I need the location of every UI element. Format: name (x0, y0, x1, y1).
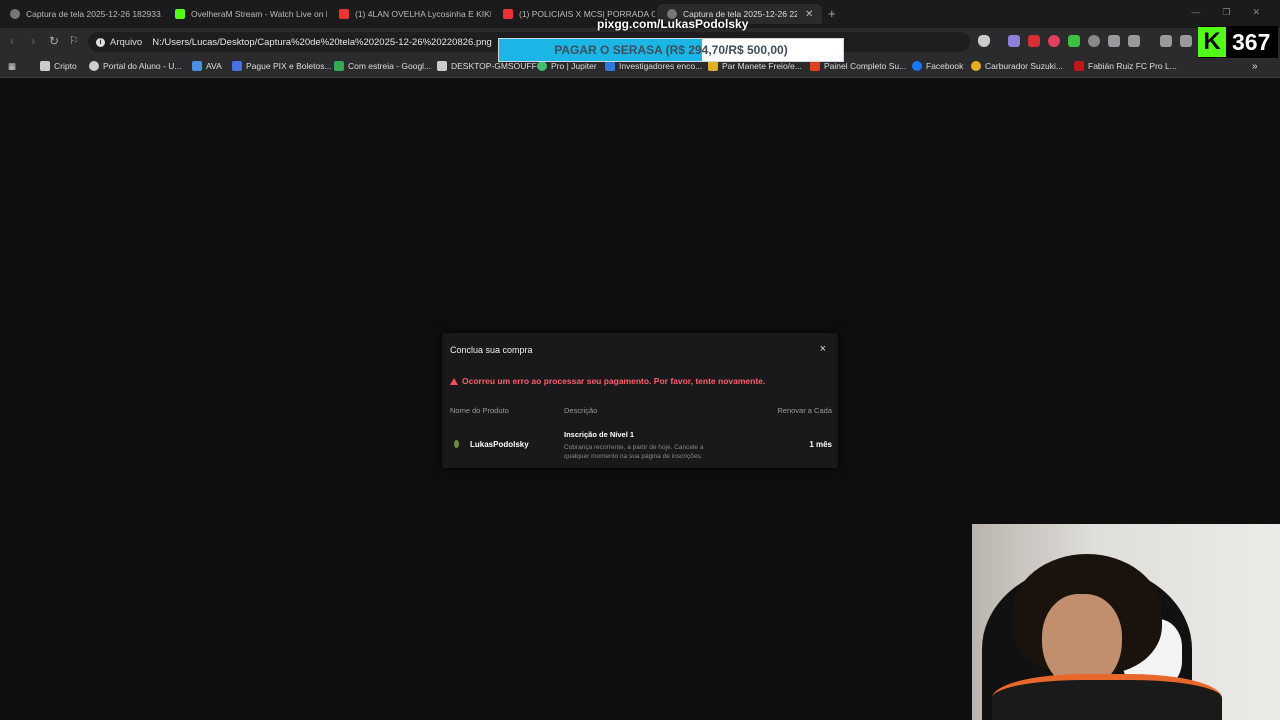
reload-icon[interactable]: ↻ (49, 34, 59, 48)
screenshot-icon[interactable] (1128, 35, 1140, 47)
tab-label: (1) 4LAN OVELHA Lycosinha E KIKIRA (355, 9, 491, 19)
folder-icon (40, 61, 50, 71)
youtube-icon (503, 9, 513, 19)
shield-icon[interactable] (978, 35, 990, 47)
shop-icon (708, 61, 718, 71)
donation-goal-text: PAGAR O SERASA (R$ 294,70/R$ 500,00) (554, 43, 788, 57)
checkout-modal: Conclua sua compra × Ocorreu um erro ao … (442, 333, 838, 468)
avatar (454, 440, 459, 448)
apps-icon[interactable]: ▦ (8, 61, 16, 72)
webcam-feed (972, 524, 1280, 720)
extension-icon[interactable] (1008, 35, 1020, 47)
address-url: N:/Users/Lucas/Desktop/Captura%20de%20te… (152, 36, 492, 48)
bookmark-carburador[interactable]: Carburador Suzuki... (971, 61, 1063, 71)
product-name: LukasPodolsky (470, 440, 529, 449)
close-icon[interactable]: × (820, 343, 826, 355)
bookmark-pague-pix[interactable]: Pague PIX e Boletos... (232, 61, 332, 71)
tab-kick-stream[interactable]: OvelheraM Stream - Watch Live on Kick (165, 4, 327, 24)
tab-captura-1[interactable]: Captura de tela 2025-12-26 182933.png (0, 4, 162, 24)
info-icon[interactable]: i (96, 37, 105, 47)
minimize-icon[interactable]: — (1191, 7, 1200, 18)
bookmark-fabian-ruiz[interactable]: Fabián Ruiz FC Pro L... (1074, 61, 1177, 71)
back-icon[interactable]: ‹ (10, 34, 14, 48)
address-scheme: Arquivo (110, 36, 143, 48)
extension-icon[interactable] (1028, 35, 1040, 47)
warning-icon (450, 377, 458, 385)
close-window-icon[interactable]: ✕ (1252, 7, 1260, 18)
bookmark-facebook[interactable]: Facebook (912, 61, 963, 71)
kick-icon (175, 9, 185, 19)
youtube-icon (339, 9, 349, 19)
extension-icon[interactable] (1048, 35, 1060, 47)
shop-icon (971, 61, 981, 71)
bookmark-com-estreia[interactable]: Com estreia - Googl... (334, 61, 431, 71)
window-controls: — ❐ ✕ (1191, 7, 1260, 18)
column-header-product: Nome do Produto (450, 406, 509, 415)
modal-title: Conclua sua compra (450, 345, 533, 355)
close-tab-icon[interactable]: ✕ (805, 9, 813, 20)
kick-logo-icon: K (1198, 27, 1226, 57)
sidebar-icon[interactable] (1180, 35, 1192, 47)
pix-url-overlay: pixgg.com/LukasPodolsky (597, 17, 749, 31)
forward-icon[interactable]: › (31, 34, 35, 48)
extension-icon[interactable] (1068, 35, 1080, 47)
column-header-renew: Renovar a Cada (777, 406, 832, 415)
futbin-icon (1074, 61, 1084, 71)
media-icon[interactable] (1160, 35, 1172, 47)
error-message: Ocorreu um erro ao processar seu pagamen… (450, 376, 765, 386)
shop-icon (810, 61, 820, 71)
ava-icon (192, 61, 202, 71)
bookmark-portal-aluno[interactable]: Portal do Aluno - U... (89, 61, 181, 71)
bookmark-jupiter[interactable]: Pro | Jupiter (537, 61, 597, 71)
description-text: Cobrança recorrente, a partir de hoje. C… (564, 444, 704, 460)
column-header-description: Descrição (564, 406, 598, 415)
globe-icon (10, 9, 20, 19)
globe-icon (89, 61, 99, 71)
jupiter-icon (537, 61, 547, 71)
drive-icon (334, 61, 344, 71)
bookmark-icon[interactable]: ⚐ (69, 34, 79, 47)
tab-label: OvelheraM Stream - Watch Live on Kick (191, 9, 327, 19)
bookmark-investigadores[interactable]: Investigadores enco... (605, 61, 702, 71)
tab-youtube-1[interactable]: (1) 4LAN OVELHA Lycosinha E KIKIRA (329, 4, 491, 24)
viewer-count: 367 (1232, 28, 1271, 55)
bookmark-desktop[interactable]: DESKTOP-GMSOUFF (437, 61, 537, 71)
tab-label: Captura de tela 2025-12-26 182933.png (26, 9, 162, 19)
extension-icon[interactable] (1088, 35, 1100, 47)
bookmark-ava[interactable]: AVA (192, 61, 222, 71)
news-icon (605, 61, 615, 71)
description-title: Inscrição de Nível 1 (564, 430, 635, 439)
viewer-count-badge: K 367 (1198, 26, 1278, 58)
facebook-icon (912, 61, 922, 71)
more-bookmarks-icon[interactable]: » (1252, 61, 1258, 72)
puzzle-icon[interactable] (1108, 35, 1120, 47)
donation-goal-bar: PAGAR O SERASA (R$ 294,70/R$ 500,00) (498, 38, 844, 62)
page-icon (437, 61, 447, 71)
bookmark-cripto[interactable]: Cripto (40, 61, 77, 71)
new-tab-button[interactable]: + (828, 6, 836, 21)
bookmark-painel[interactable]: Painel Completo Su... (810, 61, 906, 71)
renew-period: 1 mês (809, 440, 832, 449)
maximize-icon[interactable]: ❐ (1222, 7, 1230, 18)
error-text: Ocorreu um erro ao processar seu pagamen… (462, 376, 766, 386)
bookmark-manete[interactable]: Par Manete Freio/e... (708, 61, 802, 71)
pix-icon (232, 61, 242, 71)
